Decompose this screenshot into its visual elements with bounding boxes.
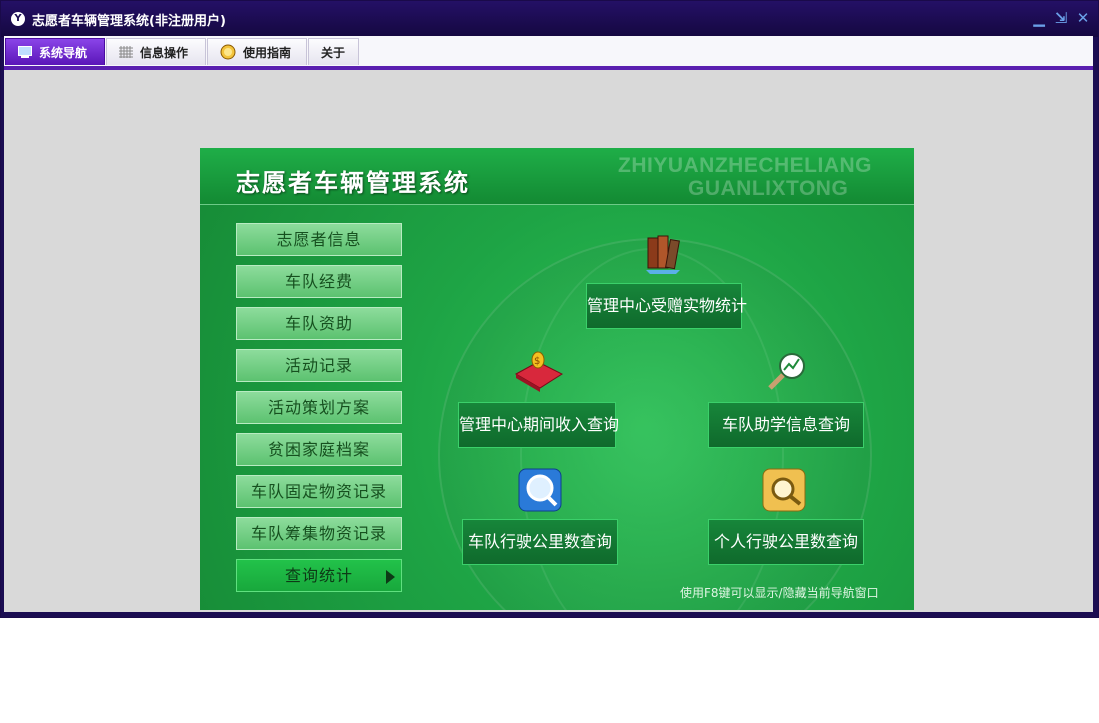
grid-icon: [119, 46, 133, 58]
svg-text:$: $: [534, 356, 540, 367]
watermark-line2: GUANLIXTONG: [688, 177, 849, 200]
compass-icon: [220, 44, 236, 60]
personal-mileage-query-button[interactable]: 个人行驶公里数查询: [708, 519, 864, 565]
panel-header: 志愿者车辆管理系统 ZHIYUANZHECHELIANG GUANLIXTONG: [200, 148, 914, 205]
sidebar-item-poor-family-files[interactable]: 贫困家庭档案: [236, 433, 402, 466]
sidebar-item-activity-plans[interactable]: 活动策划方案: [236, 391, 402, 424]
menu-bar: 系统导航 信息操作 使用指南 关于: [4, 36, 1093, 66]
period-income-query-button[interactable]: 管理中心期间收入查询: [458, 402, 619, 448]
arrow-right-icon: [386, 570, 395, 584]
scholarship-info-query-button[interactable]: 车队助学信息查询: [708, 402, 864, 448]
monitor-icon: [18, 46, 32, 58]
sidebar-item-volunteer-info[interactable]: 志愿者信息: [236, 223, 402, 256]
tab-label: 使用指南: [243, 45, 292, 60]
sidebar-item-raised-materials[interactable]: 车队筹集物资记录: [236, 517, 402, 550]
search-window-icon[interactable]: [518, 468, 562, 516]
panel-title: 志愿者车辆管理系统: [236, 169, 470, 197]
close-button[interactable]: ✕: [1075, 9, 1091, 27]
navigation-panel: 志愿者车辆管理系统 ZHIYUANZHECHELIANG GUANLIXTONG…: [200, 148, 914, 610]
watermark-line1: ZHIYUANZHECHELIANG: [618, 154, 872, 177]
sidebar-item-label: 查询统计: [284, 566, 353, 585]
tab-about[interactable]: 关于: [308, 38, 359, 65]
magnifier-chart-icon[interactable]: [766, 350, 810, 396]
window-title: 志愿者车辆管理系统(非注册用户): [32, 14, 226, 29]
sidebar-item-fixed-assets[interactable]: 车队固定物资记录: [236, 475, 402, 508]
tab-label: 关于: [321, 45, 346, 60]
f8-hint-text: 使用F8键可以显示/隐藏当前导航窗口: [680, 586, 879, 600]
tab-user-guide[interactable]: 使用指南: [207, 38, 307, 65]
team-mileage-query-button[interactable]: 车队行驶公里数查询: [462, 519, 618, 565]
books-icon[interactable]: [644, 232, 684, 278]
tab-label: 系统导航: [39, 45, 88, 60]
app-logo-icon: Y: [11, 12, 25, 26]
minimize-button[interactable]: ▁: [1031, 9, 1047, 27]
sidebar-item-team-funds[interactable]: 车队经费: [236, 265, 402, 298]
folder-search-icon[interactable]: [762, 468, 806, 516]
donated-goods-stats-button[interactable]: 管理中心受赠实物统计: [586, 283, 747, 329]
title-bar[interactable]: Y 志愿者车辆管理系统(非注册用户) ▁ ⇲ ✕: [1, 1, 1098, 37]
sidebar-item-team-sponsorship[interactable]: 车队资助: [236, 307, 402, 340]
sidebar-item-query-statistics[interactable]: 查询统计: [236, 559, 402, 592]
tab-info-operation[interactable]: 信息操作: [106, 38, 206, 65]
sidebar-item-activity-records[interactable]: 活动记录: [236, 349, 402, 382]
money-bag-icon[interactable]: $: [512, 348, 566, 396]
tab-system-navigation[interactable]: 系统导航: [5, 38, 105, 65]
restore-button[interactable]: ⇲: [1053, 9, 1069, 27]
tab-label: 信息操作: [140, 45, 189, 60]
